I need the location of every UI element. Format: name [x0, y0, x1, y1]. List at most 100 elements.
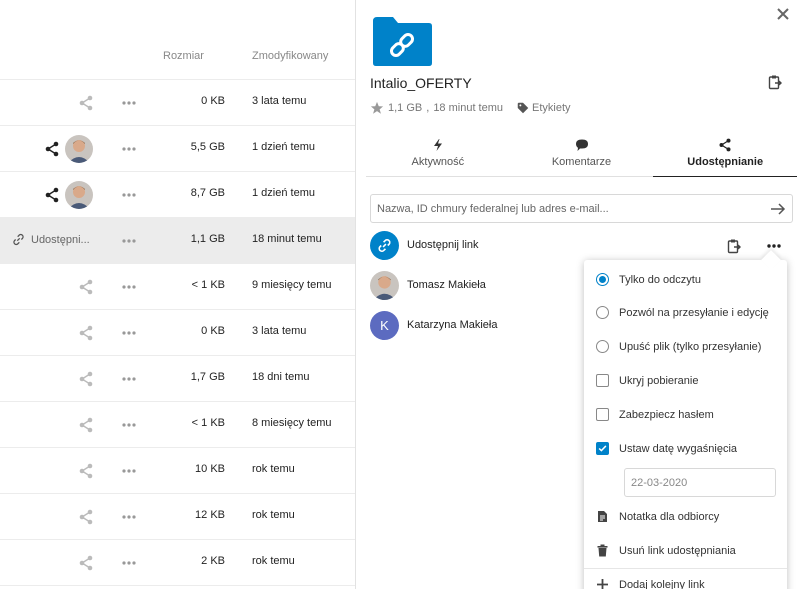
menu-item-label: Pozwól na przesyłanie i edycję	[619, 306, 769, 319]
file-size: < 1 KB	[191, 417, 225, 429]
more-actions-icon[interactable]	[121, 372, 137, 386]
share-search-input[interactable]	[371, 195, 751, 222]
share-icon[interactable]	[78, 555, 94, 571]
file-modified: rok temu	[252, 463, 295, 475]
file-modified: 9 miesięcy temu	[252, 279, 332, 291]
tab-activity[interactable]: Aktywność	[366, 135, 510, 176]
menu-item-label: Zabezpiecz hasłem	[619, 408, 714, 421]
shared-link-indicator[interactable]: Udostępni...	[12, 233, 90, 246]
share-search-box	[370, 194, 793, 223]
menu-item-label: Ukryj pobieranie	[619, 374, 699, 387]
table-row[interactable]: < 1 KB 9 miesięcy temu	[0, 264, 355, 310]
tags-button[interactable]: Etykiety	[517, 102, 571, 114]
file-modified: rok temu	[252, 509, 295, 521]
expiration-date-input[interactable]: 22-03-2020	[624, 468, 776, 497]
radio-read-only[interactable]	[596, 273, 609, 286]
file-modified: 18 minut temu	[252, 233, 322, 245]
share-icon[interactable]	[44, 141, 60, 157]
menu-item-set-expiration[interactable]: Ustaw datę wygaśnięcia	[596, 442, 737, 455]
more-actions-icon[interactable]	[121, 142, 137, 156]
avatar: K	[370, 310, 399, 340]
menu-item-password-protect[interactable]: Zabezpiecz hasłem	[596, 408, 714, 421]
table-row[interactable]: 1,7 GB 18 dni temu	[0, 356, 355, 402]
radio-allow-upload-edit[interactable]	[596, 306, 609, 319]
table-row[interactable]: 5,5 GB 1 dzień temu	[0, 126, 355, 172]
share-icon[interactable]	[78, 463, 94, 479]
table-row[interactable]: 0 KB 3 lata temu	[0, 310, 355, 356]
star-icon[interactable]	[370, 101, 384, 115]
more-actions-icon[interactable]	[121, 96, 137, 110]
sidebar-tabs: Aktywność Komentarze Udostępnianie	[366, 135, 797, 177]
share-icon[interactable]	[44, 187, 60, 203]
share-icon[interactable]	[78, 417, 94, 433]
tab-comments[interactable]: Komentarze	[510, 135, 654, 176]
file-size: 0 KB	[201, 325, 225, 337]
menu-item-hide-download[interactable]: Ukryj pobieranie	[596, 374, 698, 387]
menu-divider	[584, 568, 787, 569]
more-actions-icon[interactable]	[121, 510, 137, 524]
share-icon[interactable]	[78, 325, 94, 341]
checkbox-password-protect[interactable]	[596, 408, 609, 421]
table-row[interactable]: 12 KB rok temu	[0, 494, 355, 540]
column-header-modified[interactable]: Zmodyfikowany	[252, 50, 328, 62]
file-size: 8,7 GB	[190, 187, 225, 199]
share-link-entry[interactable]: Udostępnij link	[370, 230, 479, 260]
close-icon[interactable]	[775, 6, 791, 22]
more-actions-icon[interactable]	[121, 234, 137, 248]
share-icon[interactable]	[78, 279, 94, 295]
tab-label: Komentarze	[551, 156, 612, 168]
avatar	[65, 181, 93, 209]
file-size-meta: 1,1 GB	[388, 102, 423, 114]
tab-sharing[interactable]: Udostępnianie	[653, 135, 797, 177]
menu-item-unshare[interactable]: Usuń link udostępniania	[596, 544, 736, 557]
table-row-selected[interactable]: Udostępni... 1,1 GB 18 minut temu	[0, 218, 355, 264]
menu-item-file-drop[interactable]: Upuść plik (tylko przesyłanie)	[596, 340, 761, 353]
table-row[interactable]: < 1 KB 8 miesięcy temu	[0, 402, 355, 448]
link-icon	[378, 238, 391, 252]
menu-item-read-only[interactable]: Tylko do odczytu	[596, 273, 701, 286]
menu-item-add-link[interactable]: Dodaj kolejny link	[596, 578, 705, 589]
more-actions-icon[interactable]	[121, 556, 137, 570]
share-entry-user[interactable]: K Katarzyna Makieła	[370, 310, 498, 340]
more-actions-icon[interactable]	[121, 326, 137, 340]
column-header-size[interactable]: Rozmiar	[163, 50, 204, 62]
table-row[interactable]: 0 KB 3 lata temu	[0, 80, 355, 126]
file-modified: 8 miesięcy temu	[252, 417, 332, 429]
menu-item-label: Ustaw datę wygaśnięcia	[619, 442, 738, 455]
more-actions-icon[interactable]	[121, 418, 137, 432]
menu-item-label: Usuń link udostępniania	[619, 544, 736, 557]
radio-file-drop[interactable]	[596, 340, 609, 353]
share-icon[interactable]	[78, 95, 94, 111]
more-actions-icon[interactable]	[766, 240, 782, 252]
menu-item-allow-upload-edit[interactable]: Pozwól na przesyłanie i edycję	[596, 306, 769, 319]
share-icon[interactable]	[78, 371, 94, 387]
avatar	[65, 135, 93, 163]
link-avatar	[370, 230, 399, 260]
arrow-right-icon[interactable]	[770, 201, 786, 217]
menu-item-label: Upuść plik (tylko przesyłanie)	[619, 340, 762, 353]
bolt-icon	[433, 139, 442, 151]
share-entry-user[interactable]: Tomasz Makieła	[370, 270, 486, 300]
tab-label: Udostępnianie	[687, 156, 764, 168]
file-meta: 1,1 GB, 18 minut temu Etykiety	[370, 101, 571, 115]
checkbox-set-expiration[interactable]	[596, 442, 609, 455]
link-icon	[13, 233, 24, 246]
checkbox-hide-download[interactable]	[596, 374, 609, 387]
share-icon	[719, 138, 731, 152]
share-icon[interactable]	[78, 509, 94, 525]
file-size: 10 KB	[195, 463, 225, 475]
copy-link-icon[interactable]	[726, 238, 742, 254]
table-row[interactable]: 10 KB rok temu	[0, 448, 355, 494]
checkmark-icon	[598, 445, 607, 452]
more-actions-icon[interactable]	[121, 188, 137, 202]
table-row[interactable]: 2 KB rok temu	[0, 540, 355, 586]
menu-item-note[interactable]: Notatka dla odbiorcy	[596, 510, 719, 523]
more-actions-icon[interactable]	[121, 280, 137, 294]
clipboard-icon[interactable]	[767, 74, 783, 90]
table-row[interactable]: 8,7 GB 1 dzień temu	[0, 172, 355, 218]
plus-icon	[597, 579, 608, 589]
more-actions-icon[interactable]	[121, 464, 137, 478]
file-modified: 1 dzień temu	[252, 187, 315, 199]
file-modified: 1 dzień temu	[252, 141, 315, 153]
file-title: Intalio_OFERTY	[370, 75, 472, 91]
